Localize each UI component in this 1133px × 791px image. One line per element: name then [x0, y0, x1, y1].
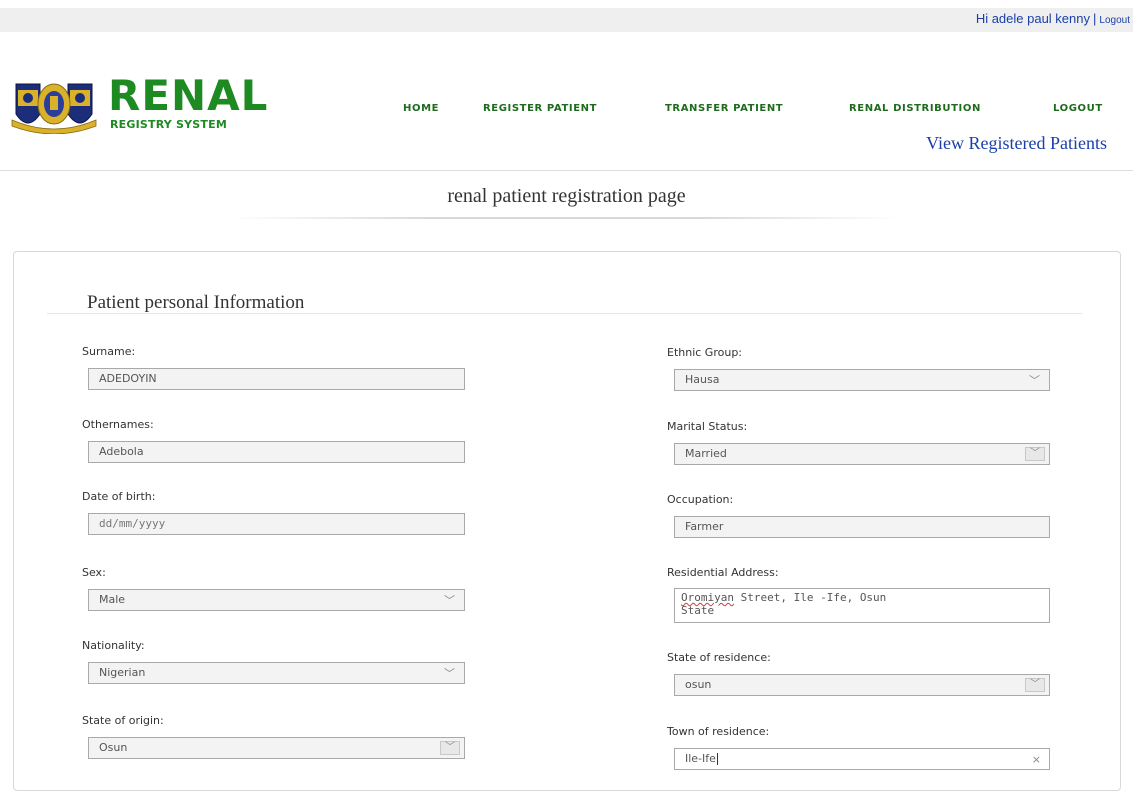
top-logout-link[interactable]: Logout [1099, 15, 1130, 26]
surname-value: ADEDOYIN [99, 372, 157, 385]
dob-label: Date of birth: [82, 490, 156, 503]
occupation-value: Farmer [685, 520, 724, 533]
state-of-residence-value: osun [685, 678, 712, 691]
page-title: renal patient registration page [447, 185, 686, 207]
surname-input[interactable]: ADEDOYIN [88, 368, 465, 390]
ethnic-group-select[interactable]: Hausa ﹀ [674, 369, 1050, 391]
chevron-down-icon: ﹀ [1025, 447, 1045, 461]
user-greeting-area: Hi adele paul kenny | Logout [976, 11, 1130, 26]
sex-value: Male [99, 593, 126, 606]
section-divider [47, 313, 1082, 314]
nav-logout[interactable]: LOGOUT [1053, 103, 1103, 114]
state-of-origin-value: Osun [99, 741, 128, 754]
chevron-down-icon: ﹀ [440, 741, 460, 755]
dob-input[interactable]: dd/mm/yyyy [88, 513, 465, 535]
town-of-residence-label: Town of residence: [667, 725, 770, 738]
address-word-misspelled: Oromiyan [681, 591, 734, 604]
othernames-input[interactable]: Adebola [88, 441, 465, 463]
ethnic-group-label: Ethnic Group: [667, 346, 743, 359]
brand-name: RENAL [108, 71, 269, 120]
university-crest-logo [11, 83, 97, 134]
state-of-origin-label: State of origin: [82, 714, 164, 727]
header-divider [0, 170, 1133, 171]
chevron-down-icon: ﹀ [1025, 678, 1045, 692]
othernames-label: Othernames: [82, 418, 154, 431]
chevron-down-icon: ﹀ [444, 594, 455, 607]
text-caret [716, 753, 718, 765]
nationality-select[interactable]: Nigerian ﹀ [88, 662, 465, 684]
occupation-input[interactable]: Farmer [674, 516, 1050, 538]
nationality-value: Nigerian [99, 666, 146, 679]
marital-status-select[interactable]: Married ﹀ [674, 443, 1050, 465]
user-greeting: Hi adele paul kenny [975, 11, 1091, 26]
state-of-origin-select[interactable]: Osun ﹀ [88, 737, 465, 759]
address-text-line2: State [681, 604, 715, 617]
sex-label: Sex: [82, 566, 106, 579]
nav-register-patient[interactable]: REGISTER PATIENT [483, 103, 597, 114]
address-text-rest: Street, Ile -Ife, Osun [733, 591, 887, 604]
separator: | [1093, 11, 1097, 26]
chevron-down-icon: ﹀ [1029, 374, 1040, 387]
section-title: Patient personal Information [87, 292, 305, 313]
title-underline [230, 217, 900, 219]
view-registered-patients-link[interactable]: View Registered Patients [926, 133, 1107, 154]
surname-label: Surname: [82, 345, 136, 358]
brand-subtitle: REGISTRY SYSTEM [110, 118, 227, 131]
occupation-label: Occupation: [667, 493, 734, 506]
chevron-down-icon: ﹀ [444, 667, 455, 680]
residential-address-textarea[interactable]: Oromiyan Street, Ile -Ife, Osun State [674, 588, 1050, 623]
town-of-residence-input[interactable]: Ile-Ife × [674, 748, 1050, 770]
town-of-residence-value: Ile-Ife [685, 752, 716, 765]
residential-address-label: Residential Address: [667, 566, 779, 579]
nav-transfer-patient[interactable]: TRANSFER PATIENT [665, 103, 783, 114]
nationality-label: Nationality: [82, 639, 145, 652]
nav-renal-distribution[interactable]: RENAL DISTRIBUTION [849, 103, 981, 114]
state-of-residence-label: State of residence: [667, 651, 771, 664]
sex-select[interactable]: Male ﹀ [88, 589, 465, 611]
nav-home[interactable]: HOME [403, 103, 439, 114]
state-of-residence-select[interactable]: osun ﹀ [674, 674, 1050, 696]
clear-x-icon[interactable]: × [1032, 750, 1041, 769]
marital-status-label: Marital Status: [667, 420, 748, 433]
othernames-value: Adebola [99, 445, 144, 458]
ethnic-group-value: Hausa [685, 373, 720, 386]
user-bar: Hi adele paul kenny | Logout [0, 8, 1133, 32]
dob-placeholder: dd/mm/yyyy [99, 517, 166, 530]
marital-status-value: Married [685, 447, 727, 460]
